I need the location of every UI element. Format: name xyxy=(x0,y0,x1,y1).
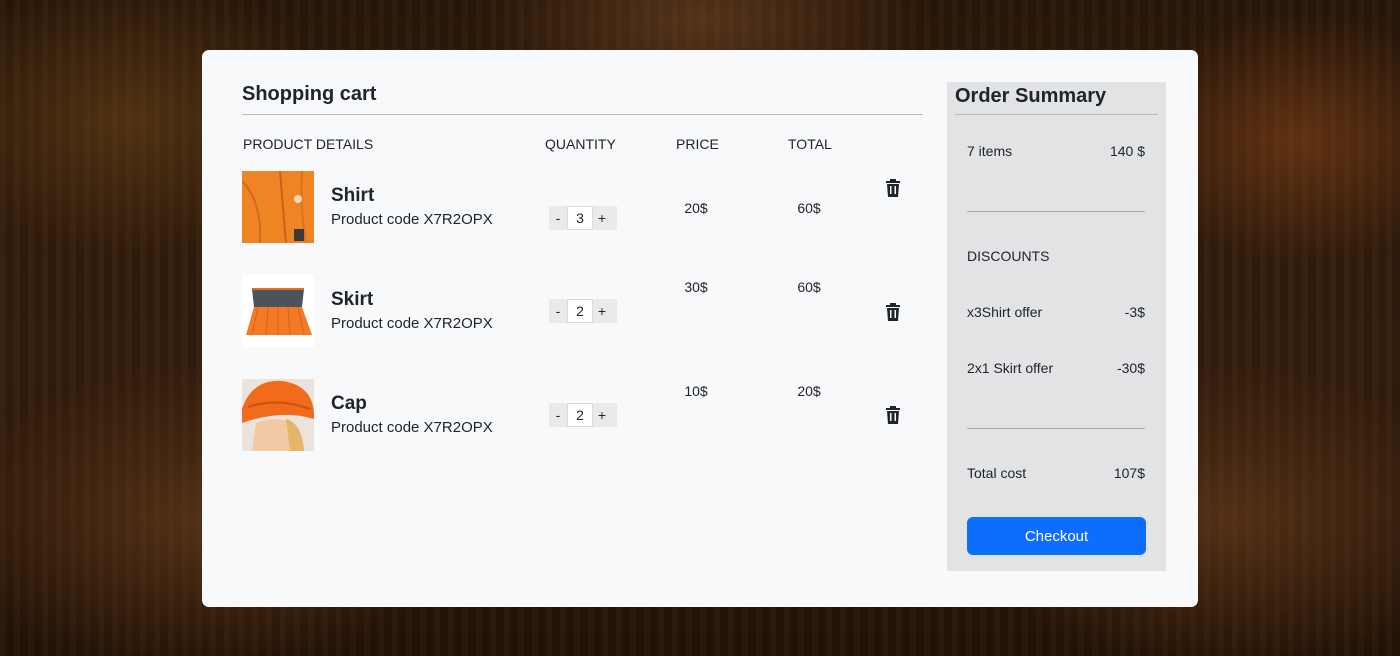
trash-icon[interactable] xyxy=(885,406,901,424)
trash-icon[interactable] xyxy=(885,303,901,321)
decrease-button[interactable]: - xyxy=(549,210,567,226)
item-total: 20$ xyxy=(797,383,821,399)
discount-row: x3Shirt offer -3$ xyxy=(967,304,1145,320)
discounts-heading-row: DISCOUNTS xyxy=(967,248,1145,264)
cart-item-skirt: Skirt Product code X7R2OPX - 2 + 30$ 60$ xyxy=(242,275,923,347)
decrease-button[interactable]: - xyxy=(549,303,567,319)
cart-card: Shopping cart PRODUCT DETAILS QUANTITY P… xyxy=(202,50,1198,607)
items-subtotal: 140 $ xyxy=(1109,143,1145,159)
total-cost-label: Total cost xyxy=(967,465,1027,481)
item-code: Product code X7R2OPX xyxy=(331,419,493,436)
cart-title: Shopping cart xyxy=(242,83,377,105)
cart-item-cap: Cap Product code X7R2OPX - 2 + 10$ 20$ xyxy=(242,379,923,451)
checkout-button[interactable]: Checkout xyxy=(967,517,1146,555)
items-row: 7 items 140 $ xyxy=(967,143,1145,159)
summary-divider xyxy=(955,114,1158,115)
item-code: Product code X7R2OPX xyxy=(331,315,493,332)
item-price: 20$ xyxy=(684,200,708,216)
trash-icon[interactable] xyxy=(885,179,901,197)
item-name: Cap xyxy=(331,393,367,414)
summary-divider xyxy=(967,211,1145,212)
decrease-button[interactable]: - xyxy=(549,407,567,423)
shirt-image xyxy=(242,171,314,243)
cart-divider xyxy=(242,114,923,115)
item-price: 10$ xyxy=(684,383,708,399)
increase-button[interactable]: + xyxy=(593,210,611,226)
discount-value: -3$ xyxy=(1124,304,1145,320)
total-cost-value: 107$ xyxy=(1113,465,1145,481)
quantity-value[interactable]: 2 xyxy=(567,403,593,427)
quantity-stepper: - 2 + xyxy=(549,403,617,427)
quantity-stepper: - 3 + xyxy=(549,206,617,230)
summary-title: Order Summary xyxy=(955,85,1107,107)
item-name: Shirt xyxy=(331,185,375,206)
cap-image xyxy=(242,379,314,451)
total-cost-row: Total cost 107$ xyxy=(967,465,1145,481)
items-count: 7 items xyxy=(967,143,1013,159)
discount-row: 2x1 Skirt offer -30$ xyxy=(967,360,1145,376)
skirt-image xyxy=(242,275,314,347)
increase-button[interactable]: + xyxy=(593,303,611,319)
quantity-value[interactable]: 2 xyxy=(567,299,593,323)
cart-item-shirt: Shirt Product code X7R2OPX - 3 + 20$ 60$ xyxy=(242,171,923,243)
item-total: 60$ xyxy=(797,200,821,216)
discount-label: 2x1 Skirt offer xyxy=(967,360,1054,376)
order-summary-panel: Order Summary 7 items 140 $ DISCOUNTS x3… xyxy=(947,82,1166,571)
header-product-details: PRODUCT DETAILS xyxy=(243,136,374,152)
quantity-value[interactable]: 3 xyxy=(567,206,593,230)
header-total: TOTAL xyxy=(788,136,832,152)
increase-button[interactable]: + xyxy=(593,407,611,423)
header-price: PRICE xyxy=(676,136,719,152)
quantity-stepper: - 2 + xyxy=(549,299,617,323)
item-price: 30$ xyxy=(684,279,708,295)
header-quantity: QUANTITY xyxy=(545,136,616,152)
item-name: Skirt xyxy=(331,289,374,310)
summary-divider xyxy=(967,428,1145,429)
discounts-heading: DISCOUNTS xyxy=(967,248,1050,264)
discount-value: -30$ xyxy=(1116,360,1145,376)
item-total: 60$ xyxy=(797,279,821,295)
discount-label: x3Shirt offer xyxy=(967,304,1043,320)
item-code: Product code X7R2OPX xyxy=(331,211,493,228)
